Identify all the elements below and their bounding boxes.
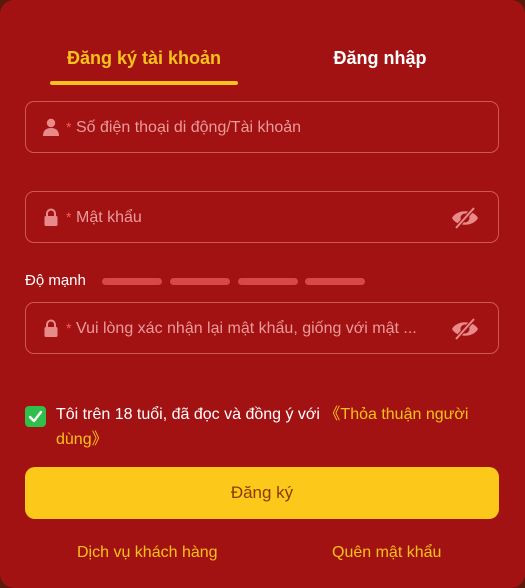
required-mark: * xyxy=(66,119,72,135)
register-panel: Đăng ký tài khoản Đăng nhập * * Độ mạnh xyxy=(0,0,525,588)
lock-icon xyxy=(44,319,58,337)
confirm-password-input[interactable] xyxy=(76,315,446,343)
strength-bar xyxy=(170,278,230,285)
required-mark: * xyxy=(66,320,72,336)
agreement-statement: Tôi trên 18 tuổi, đã đọc và đồng ý với xyxy=(56,406,325,423)
strength-label: Độ mạnh xyxy=(25,272,86,289)
tab-register[interactable]: Đăng ký tài khoản xyxy=(40,44,248,72)
eye-slash-icon[interactable] xyxy=(450,205,480,231)
active-tab-indicator xyxy=(50,81,238,85)
customer-service-link[interactable]: Dịch vụ khách hàng xyxy=(77,544,218,562)
strength-bar xyxy=(102,278,162,285)
lock-icon xyxy=(44,208,58,226)
forgot-password-link[interactable]: Quên mật khẩu xyxy=(332,544,441,562)
phone-field[interactable]: * xyxy=(25,101,499,153)
password-field[interactable]: * xyxy=(25,191,499,243)
register-button[interactable]: Đăng ký xyxy=(25,467,499,519)
agree-checkbox[interactable] xyxy=(25,406,46,427)
check-icon xyxy=(28,410,43,423)
password-input[interactable] xyxy=(76,204,446,232)
confirm-password-field[interactable]: * xyxy=(25,302,499,354)
tab-login[interactable]: Đăng nhập xyxy=(300,44,460,72)
user-icon xyxy=(43,118,59,136)
eye-slash-icon[interactable] xyxy=(450,316,480,342)
strength-bar xyxy=(238,278,298,285)
required-mark: * xyxy=(66,209,72,225)
agreement-text: Tôi trên 18 tuổi, đã đọc và đồng ý với 《… xyxy=(56,402,496,452)
strength-bar xyxy=(305,278,365,285)
phone-input[interactable] xyxy=(76,114,446,142)
